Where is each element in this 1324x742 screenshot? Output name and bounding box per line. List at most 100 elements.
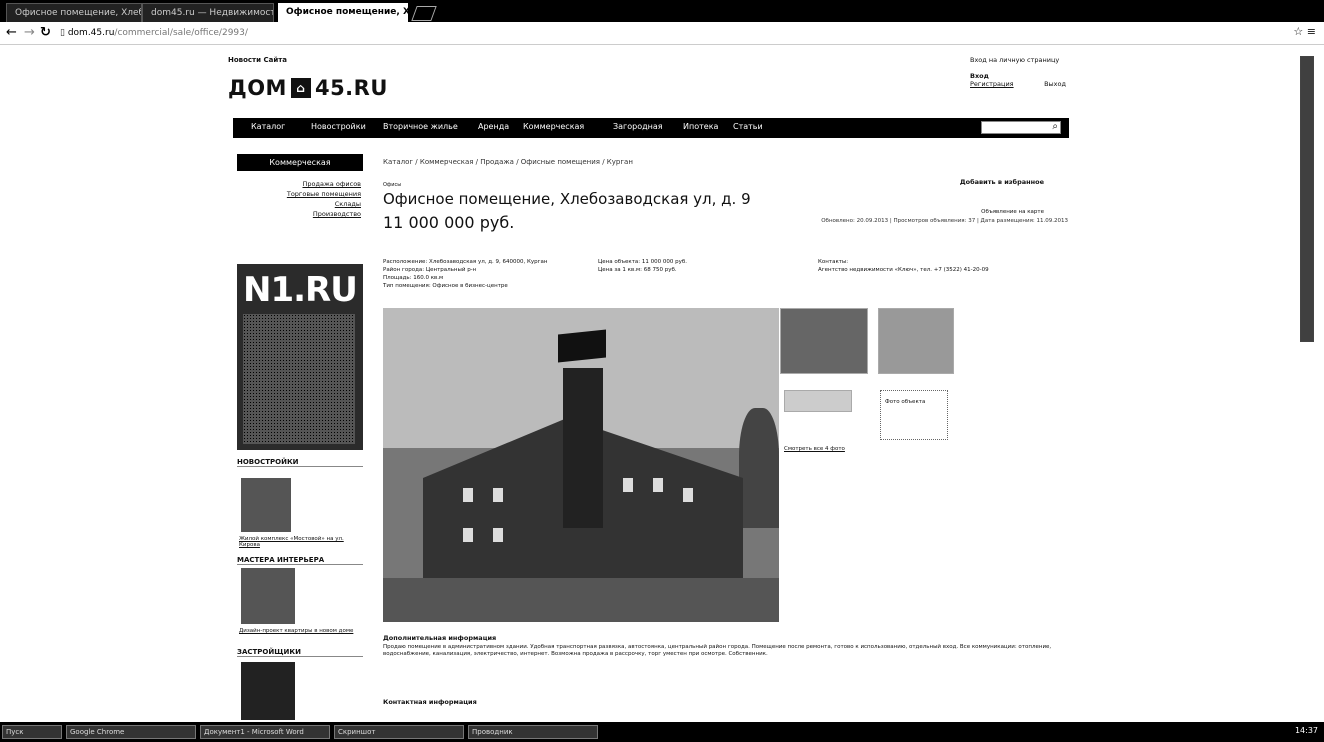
- taskbar-item[interactable]: Проводник: [468, 725, 598, 739]
- nav-item-rent[interactable]: Аренда: [478, 122, 509, 131]
- contacts-title: Контактная информация: [383, 698, 477, 706]
- register-link[interactable]: Регистрация: [970, 80, 1014, 88]
- logout-link[interactable]: Выход: [1044, 80, 1066, 88]
- photo-tree: [739, 408, 779, 528]
- login-box: Вход на личную страницу Вход Регистрация…: [970, 56, 1066, 88]
- photo-window: [493, 488, 503, 502]
- photo-thumbnail[interactable]: [784, 390, 852, 412]
- taskbar-item[interactable]: Документ1 - Microsoft Word: [200, 725, 330, 739]
- top-news-link[interactable]: Новости Сайта: [228, 56, 287, 64]
- photo-thumbnail[interactable]: [878, 308, 954, 374]
- site-logo[interactable]: ДОМ ⌂ 45.RU: [228, 76, 388, 100]
- left-sidebar: Коммерческая Продажа офисов Торговые пом…: [237, 154, 363, 720]
- back-arrow-icon[interactable]: ←: [6, 24, 17, 42]
- taskbar-item[interactable]: Скриншот: [334, 725, 464, 739]
- address-bar-input[interactable]: ▯ dom.45.ru/commercial/sale/office/2993/: [60, 25, 1240, 41]
- browser-menu-controls[interactable]: ☆ ≡: [1293, 25, 1316, 38]
- section-thumb[interactable]: [241, 478, 291, 532]
- taskbar-clock: 14:37: [1294, 726, 1318, 735]
- n1-ad-banner[interactable]: N1.RU: [237, 264, 363, 450]
- add-to-favorites-link[interactable]: Добавить в избранное: [960, 178, 1044, 186]
- section-thumb[interactable]: [241, 568, 295, 624]
- url-host: dom.45.ru: [67, 28, 115, 38]
- property-details-left: Расположение: Хлебозаводская ул, д. 9, 6…: [383, 258, 548, 290]
- more-photos-link[interactable]: Смотреть все 4 фото: [784, 446, 845, 452]
- taskbar-item[interactable]: Google Chrome: [66, 725, 196, 739]
- browser-tab-active[interactable]: Офисное помещение, Хлебозаводская...: [278, 3, 408, 22]
- photo-window: [493, 528, 503, 542]
- sidebar-item[interactable]: Продажа офисов: [237, 179, 363, 189]
- page-scrollbar[interactable]: [1300, 56, 1314, 342]
- description-title: Дополнительная информация: [383, 634, 497, 642]
- browser-tab-inactive[interactable]: Офисное помещение, Хлебозаводская...: [6, 3, 142, 22]
- login-title: Вход на личную страницу: [970, 56, 1060, 64]
- section-title: ЗАСТРОЙЩИКИ: [237, 648, 363, 657]
- os-taskbar: Пуск Google Chrome Документ1 - Microsoft…: [0, 722, 1324, 742]
- sidebar-item[interactable]: Производство: [237, 209, 363, 219]
- photo-window: [463, 488, 473, 502]
- tab-label: Офисное помещение, Хлебозаводская...: [286, 7, 408, 17]
- nav-item-catalog[interactable]: Каталог: [251, 122, 285, 131]
- url-path: /commercial/sale/office/2993/: [114, 28, 248, 38]
- tab-label: dom45.ru — Недвижимость: [151, 8, 274, 18]
- login-link[interactable]: Вход: [970, 72, 1066, 80]
- browser-tab-inactive-2[interactable]: dom45.ru — Недвижимость: [142, 3, 274, 22]
- thumb-caption: Фото объекта: [885, 399, 926, 405]
- logo-suffix: 45.RU: [314, 76, 388, 100]
- photo-street: [383, 578, 779, 622]
- sidebar-item[interactable]: Торговые помещения: [237, 189, 363, 199]
- main-property-photo[interactable]: [383, 308, 779, 622]
- ad-image: [243, 314, 355, 444]
- logo-text: ДОМ: [228, 76, 287, 100]
- page-title: Офисное помещение, Хлебозаводская ул, д.…: [383, 190, 751, 208]
- photo-thumbnail-caption-box[interactable]: Фото объекта: [880, 390, 948, 440]
- new-tab-button[interactable]: [411, 6, 437, 21]
- prop-line: Цена объекта: 11 000 000 руб.: [598, 259, 688, 265]
- forward-arrow-icon[interactable]: →: [24, 24, 35, 42]
- prop-line: Тип помещения: Офисное в бизнес-центре: [383, 283, 508, 289]
- section-title: МАСТЕРА ИНТЕРЬЕРА: [237, 556, 363, 565]
- photo-thumbnail[interactable]: [780, 308, 868, 374]
- photo-window: [623, 478, 633, 492]
- prop-line: Площадь: 160.0 кв.м: [383, 275, 444, 281]
- section-title: НОВОСТРОЙКИ: [237, 458, 363, 467]
- sidebar-menu-header[interactable]: Коммерческая: [237, 154, 363, 171]
- nav-item-country[interactable]: Загородная: [613, 122, 663, 131]
- sidebar-item[interactable]: Склады: [237, 199, 363, 209]
- property-details-right: Контакты: Агентство недвижимости «Ключ»,…: [818, 258, 989, 274]
- nav-item-secondary[interactable]: Вторичное жилье: [383, 122, 458, 131]
- prop-line: Контакты:: [818, 259, 849, 265]
- nav-item-newbuild[interactable]: Новостройки: [311, 122, 366, 131]
- photo-window: [463, 528, 473, 542]
- breadcrumb[interactable]: Каталог / Коммерческая / Продажа / Офисн…: [383, 158, 633, 166]
- sidebar-section: ЗАСТРОЙЩИКИ: [237, 648, 363, 720]
- nav-item-commercial[interactable]: Коммерческая: [523, 122, 584, 131]
- search-input[interactable]: ⌕: [981, 121, 1061, 134]
- main-navigation: Каталог Новостройки Вторичное жилье Арен…: [233, 118, 1069, 138]
- section-caption[interactable]: Дизайн-проект квартиры в новом доме: [239, 628, 361, 634]
- prop-line: Агентство недвижимости «Ключ», тел. +7 (…: [818, 267, 989, 273]
- search-icon[interactable]: ⌕: [1052, 121, 1058, 132]
- property-details-mid: Цена объекта: 11 000 000 руб. Цена за 1 …: [598, 258, 687, 274]
- nav-item-mortgage[interactable]: Ипотека: [683, 122, 718, 131]
- description-block: Дополнительная информация Продаю помещен…: [383, 634, 1059, 658]
- description-text: Продаю помещение в административном здан…: [383, 644, 1052, 657]
- sidebar-section: МАСТЕРА ИНТЕРЬЕРА Дизайн-проект квартиры…: [237, 556, 363, 634]
- listing-price: 11 000 000 руб.: [383, 213, 515, 232]
- photo-flag: [558, 329, 606, 363]
- listing-category: Офисы: [383, 182, 402, 188]
- reload-icon[interactable]: ↻: [40, 24, 51, 42]
- browser-toolbar: ← → ↻ ▯ dom.45.ru/commercial/sale/office…: [0, 22, 1324, 45]
- section-thumb[interactable]: [241, 662, 295, 720]
- web-page: Новости Сайта ДОМ ⌂ 45.RU Вход на личную…: [228, 46, 1070, 722]
- sidebar-section: НОВОСТРОЙКИ Жилой комплекс «Мостовой» на…: [237, 458, 363, 548]
- map-link[interactable]: Объявление на карте: [981, 209, 1044, 215]
- prop-line: Расположение: Хлебозаводская ул, д. 9, 6…: [383, 259, 548, 265]
- start-button[interactable]: Пуск: [2, 725, 62, 739]
- nav-item-articles[interactable]: Статьи: [733, 122, 763, 131]
- section-caption[interactable]: Жилой комплекс «Мостовой» на ул. Кирова: [239, 536, 361, 548]
- photo-window: [683, 488, 693, 502]
- tab-label: Офисное помещение, Хлебозаводская...: [15, 8, 142, 18]
- lock-icon: ▯: [60, 28, 68, 38]
- prop-line: Цена за 1 кв.м: 68 750 руб.: [598, 267, 677, 273]
